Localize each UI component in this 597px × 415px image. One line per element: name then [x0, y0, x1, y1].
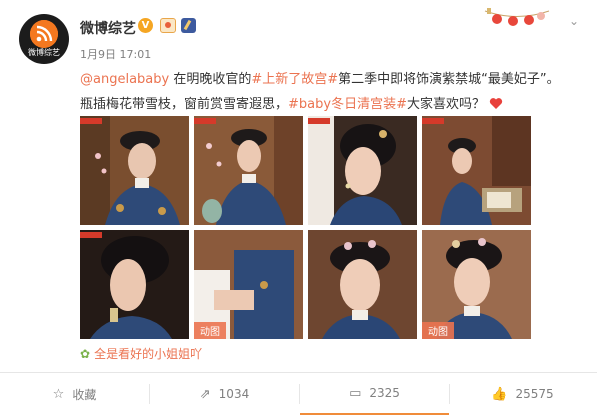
text-segment: 第二季中即将饰演紫禁城“最美妃子”。: [338, 72, 560, 87]
thumbs-up-icon: 👍: [491, 386, 508, 402]
avatar[interactable]: 微博综艺: [19, 14, 69, 64]
like-button[interactable]: 👍 25575: [448, 373, 597, 415]
post-time[interactable]: 1月9日 17:01: [80, 46, 151, 62]
comment-button[interactable]: ▭ 2325: [300, 373, 449, 415]
rss-logo-icon: [30, 20, 58, 48]
flower-icon: ✿: [80, 347, 91, 361]
medal-icon[interactable]: [160, 18, 176, 33]
pen-medal-icon[interactable]: [181, 18, 196, 33]
gif-badge: 动图: [422, 322, 454, 339]
photo-thumbnail[interactable]: [80, 116, 189, 225]
avatar-caption: 微博综艺: [28, 48, 60, 57]
comment-count: 2325: [369, 386, 400, 400]
watermark-tag: [422, 118, 444, 124]
author-name[interactable]: 微博综艺: [80, 18, 136, 38]
post-text: @angelababy 在明晚收官的#上新了故宫#第二季中即将饰演紫禁城“最美妃…: [80, 67, 580, 117]
photo-thumbnail[interactable]: [422, 116, 531, 225]
photo-thumbnail[interactable]: 动图: [194, 230, 303, 339]
favorite-label: 收藏: [72, 387, 97, 402]
photo-thumbnail[interactable]: 动图: [422, 230, 531, 339]
photo-thumbnail[interactable]: [308, 116, 417, 225]
verified-icon: V: [138, 18, 153, 33]
repost-button[interactable]: ⇗ 1034: [150, 373, 299, 415]
photo-thumbnail[interactable]: [194, 116, 303, 225]
star-icon: ☆: [52, 386, 65, 402]
comment-icon: ▭: [349, 385, 362, 401]
hashtag-link[interactable]: #baby冬日清宫装#: [288, 97, 407, 112]
watermark-tag: [80, 118, 102, 124]
repost-icon: ⇗: [199, 386, 211, 402]
text-segment: 在明晚收官的: [169, 72, 252, 87]
chevron-down-icon[interactable]: ⌄: [569, 14, 579, 28]
watermark-tag: [308, 118, 330, 124]
watermark-tag: [80, 232, 102, 238]
like-count: 25575: [515, 387, 554, 401]
text-segment: 大家喜欢吗？: [406, 97, 485, 112]
favorite-button[interactable]: ☆ 收藏: [0, 373, 149, 415]
mention-link[interactable]: @angelababy: [80, 72, 169, 87]
gif-badge: 动图: [194, 322, 226, 339]
watermark-tag: [194, 118, 216, 124]
weibo-post-card: 微博综艺 微博综艺 V 1月9日 17:01 ⌄ @angelababy 在明晚…: [0, 0, 597, 415]
source-link[interactable]: ✿ 全是看好的小姐姐吖: [80, 345, 202, 362]
text-segment: 瓶插梅花带雪枝，窗前赏雪寄遐思，: [80, 97, 289, 112]
hashtag-link[interactable]: #上新了故宫#: [251, 72, 338, 87]
photo-thumbnail[interactable]: [80, 230, 189, 339]
repost-count: 1034: [218, 387, 250, 401]
festival-decoration-icon: [484, 8, 550, 26]
source-label: 全是看好的小姐姐吖: [94, 347, 203, 361]
heart-emoji-icon: [489, 98, 503, 109]
photo-thumbnail[interactable]: [308, 230, 417, 339]
